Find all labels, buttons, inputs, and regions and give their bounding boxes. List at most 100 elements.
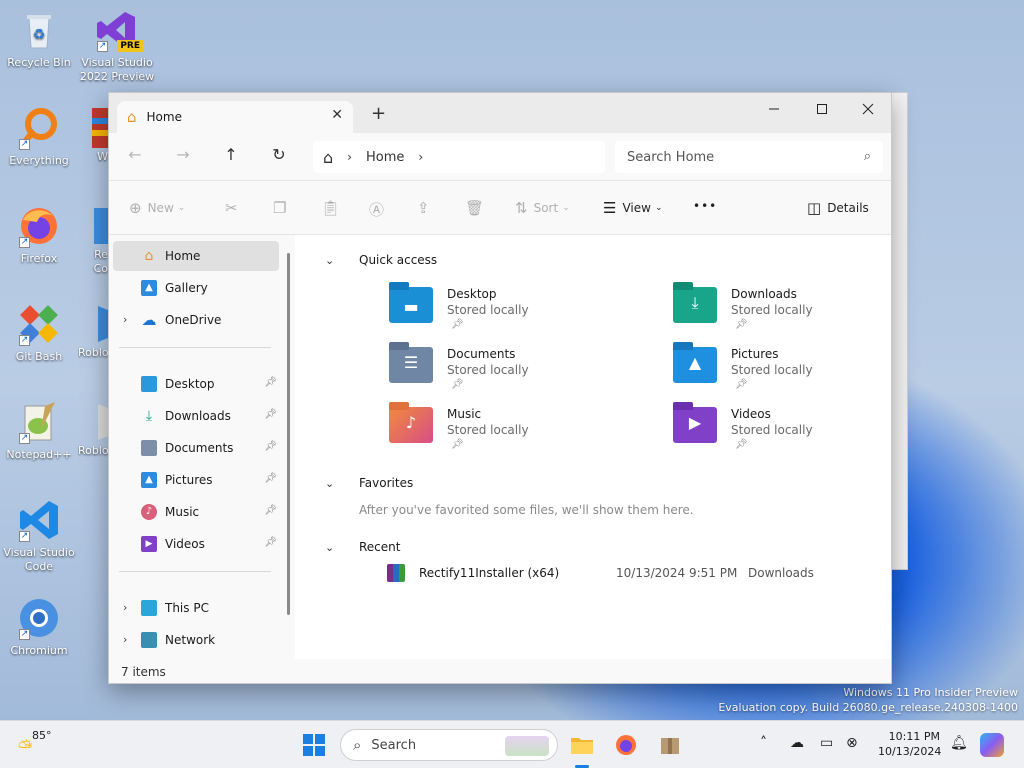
- desktop-icon-visual-studio-2022-preview[interactable]: PRE ↗ Visual Studio 2022 Preview: [78, 8, 156, 84]
- cloud-sync-icon[interactable]: ☁: [790, 735, 804, 751]
- desktop-icon-roblox-1[interactable]: Roblo: [78, 302, 108, 360]
- sidebar-item-gallery[interactable]: ▲ Gallery: [113, 273, 279, 303]
- display-icon[interactable]: ▭: [820, 735, 833, 751]
- network-off-icon[interactable]: ⊗: [846, 735, 858, 751]
- file-explorer-window: ⌂ Home ✕ + ← → ↑ ↻ ⌂ › Home › Search Hom…: [108, 92, 892, 684]
- chevron-right-icon[interactable]: ›: [123, 601, 127, 614]
- chevron-right-icon[interactable]: ›: [123, 313, 127, 326]
- svg-text:♻: ♻: [33, 27, 46, 43]
- roblox-icon: [78, 302, 108, 346]
- pin-icon[interactable]: 📌︎: [264, 377, 277, 388]
- desktop-icon-git-bash[interactable]: ↗ Git Bash: [0, 302, 78, 364]
- sidebar-item-videos[interactable]: ▶ Videos 📌︎: [113, 529, 279, 559]
- sort-button[interactable]: ⇅ Sort ⌄: [515, 199, 570, 217]
- shortcut-arrow-icon: ↗: [19, 335, 30, 346]
- sidebar-item-music[interactable]: ♪ Music 📌︎: [113, 497, 279, 527]
- sidebar-item-network[interactable]: › Network: [113, 625, 279, 655]
- documents-folder-icon: ☰: [389, 342, 433, 383]
- sidebar-scrollbar[interactable]: [287, 253, 290, 615]
- music-folder-icon: ♪: [389, 402, 433, 443]
- desktop-icon-everything[interactable]: ↗ Everything: [0, 106, 78, 168]
- maximize-button[interactable]: [799, 93, 845, 125]
- sidebar-item-downloads[interactable]: ⤓ Downloads 📌︎: [113, 401, 279, 431]
- video-icon: ▶: [141, 536, 157, 552]
- view-button[interactable]: ☰ View ⌄: [603, 199, 662, 217]
- desktop-icon-chromium[interactable]: ↗ Chromium: [0, 596, 78, 658]
- taskbar-search[interactable]: ⌕ Search: [340, 729, 558, 761]
- quick-access-music[interactable]: ♪ Music Stored locally 📌︎: [389, 402, 649, 455]
- pin-icon[interactable]: 📌︎: [264, 505, 277, 516]
- recent-file-row[interactable]: Rectify11Installer (x64) 10/13/2024 9:51…: [387, 563, 877, 585]
- new-tab-button[interactable]: +: [371, 103, 386, 124]
- favorites-empty-text: After you've favorited some files, we'll…: [359, 503, 694, 517]
- chevron-right-icon[interactable]: ›: [123, 633, 127, 646]
- minimize-button[interactable]: [751, 93, 797, 125]
- sidebar-item-pictures[interactable]: ▲ Pictures 📌︎: [113, 465, 279, 495]
- sidebar-item-onedrive[interactable]: › ☁ OneDrive: [113, 305, 279, 335]
- pin-icon[interactable]: 📌︎: [264, 409, 277, 420]
- desktop-icon-vscode[interactable]: ↗ Visual Studio Code: [0, 498, 78, 574]
- pin-icon[interactable]: 📌︎: [264, 441, 277, 452]
- watermark-line-2: Evaluation copy. Build 26080.ge_release.…: [718, 701, 1018, 714]
- see-more-button[interactable]: •••: [693, 199, 717, 213]
- chevron-down-icon: ⌄: [325, 253, 335, 267]
- copy-button[interactable]: ❐: [273, 199, 292, 217]
- new-button[interactable]: ⊕ New ⌄: [129, 199, 185, 217]
- paste-button[interactable]: 📋︎: [321, 199, 346, 217]
- details-button[interactable]: ◫ Details: [807, 199, 869, 217]
- quick-access-downloads[interactable]: ⤓ Downloads Stored locally 📌︎: [673, 282, 933, 335]
- start-button[interactable]: [298, 729, 330, 761]
- desktop-icon-recycle-bin[interactable]: ♻ Recycle Bin: [0, 8, 78, 70]
- favorites-header[interactable]: ⌄ Favorites: [325, 476, 413, 490]
- quick-access-header[interactable]: ⌄ Quick access: [325, 253, 437, 267]
- cut-button[interactable]: ✂: [225, 199, 244, 217]
- desktop-icon-reco[interactable]: Re Co: [78, 204, 108, 276]
- firefox-taskbar-button[interactable]: [610, 729, 642, 761]
- forward-button[interactable]: →: [169, 145, 197, 169]
- bell-icon[interactable]: 🔔︎: [950, 735, 968, 751]
- shortcut-arrow-icon: ↗: [19, 531, 30, 542]
- tab-home[interactable]: ⌂ Home ✕: [117, 101, 353, 133]
- close-tab-icon[interactable]: ✕: [331, 107, 343, 123]
- quick-access-videos[interactable]: ▶ Videos Stored locally 📌︎: [673, 402, 933, 455]
- firefox-icon: [616, 735, 636, 755]
- address-bar[interactable]: ⌂ › Home ›: [313, 141, 605, 173]
- quick-access-documents[interactable]: ☰ Documents Stored locally 📌︎: [389, 342, 649, 395]
- quick-access-desktop[interactable]: ▬ Desktop Stored locally 📌︎: [389, 282, 649, 335]
- vscode-icon: ↗: [17, 498, 61, 542]
- weather-widget[interactable]: ⛅︎ 85°: [14, 727, 74, 763]
- share-button[interactable]: ⇪: [417, 199, 436, 217]
- clock[interactable]: 10:11 PM 10/13/2024: [878, 729, 942, 759]
- pin-icon[interactable]: 📌︎: [264, 537, 277, 548]
- desktop-icon-firefox[interactable]: ↗ Firefox: [0, 204, 78, 266]
- paste-icon: 📋︎: [321, 199, 341, 217]
- clock-date: 10/13/2024: [878, 745, 942, 758]
- sidebar-item-desktop[interactable]: Desktop 📌︎: [113, 369, 279, 399]
- pictures-icon: ▲: [141, 472, 157, 488]
- search-highlight-icon: [505, 736, 549, 756]
- chevron-up-icon[interactable]: ˄: [760, 735, 767, 751]
- search-input[interactable]: Search Home ⌕: [615, 141, 883, 173]
- copilot-button[interactable]: [980, 733, 1004, 757]
- rename-button[interactable]: Ⓐ: [369, 199, 390, 220]
- desktop-icon-w[interactable]: W: [78, 106, 108, 164]
- delete-button[interactable]: 🗑︎: [465, 199, 490, 217]
- watermark-line-1: Windows 11 Pro Insider Preview: [843, 686, 1018, 699]
- quick-access-pictures[interactable]: ▲ Pictures Stored locally 📌︎: [673, 342, 933, 395]
- recent-header[interactable]: ⌄ Recent: [325, 540, 400, 554]
- up-button[interactable]: ↑: [217, 145, 245, 169]
- close-window-button[interactable]: [845, 93, 891, 125]
- refresh-button[interactable]: ↻: [265, 145, 293, 169]
- desktop-icon-notepad-plus-plus[interactable]: ↗ Notepad++: [0, 400, 78, 462]
- sidebar-item-this-pc[interactable]: › This PC: [113, 593, 279, 623]
- chevron-down-icon: ⌄: [325, 540, 335, 554]
- desktop-icon-roblox-2[interactable]: Roblo: [78, 400, 108, 458]
- pin-icon[interactable]: 📌︎: [264, 473, 277, 484]
- file-explorer-taskbar-button[interactable]: [566, 729, 598, 761]
- sidebar-item-documents[interactable]: Documents 📌︎: [113, 433, 279, 463]
- app-taskbar-button[interactable]: [654, 729, 686, 761]
- sidebar-item-home[interactable]: ⌂ Home: [113, 241, 279, 271]
- back-button[interactable]: ←: [121, 145, 149, 169]
- breadcrumb-home[interactable]: Home: [366, 150, 404, 165]
- scissors-icon: ✂: [225, 199, 238, 217]
